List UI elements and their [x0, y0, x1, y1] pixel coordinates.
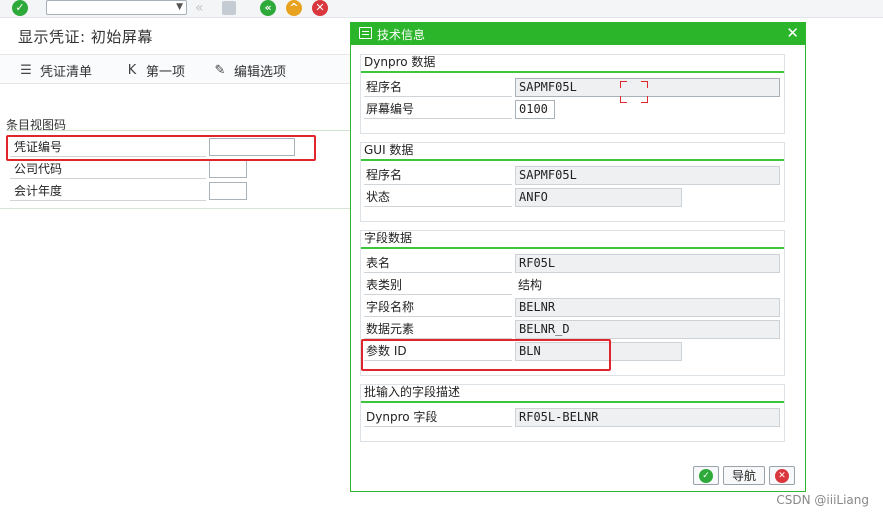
navigate-label: 导航 — [731, 469, 756, 483]
page-title: 显示凭证: 初始屏幕 — [18, 28, 153, 46]
dialog-header: 技术信息 ✕ — [351, 23, 805, 45]
form-bottom-divider — [0, 208, 350, 209]
data-element-field[interactable]: BELNR_D — [515, 320, 780, 339]
chevron-down-icon[interactable]: ▼ — [176, 2, 183, 12]
group-divider — [361, 159, 784, 161]
field-name-field[interactable]: BELNR — [515, 298, 780, 317]
gui-group-title: GUI 数据 — [364, 143, 414, 157]
company-code-input[interactable] — [209, 160, 247, 178]
fiscal-year-input[interactable] — [209, 182, 247, 200]
doc-list-button[interactable]: ☰ 凭证清单 — [18, 61, 92, 80]
group-divider — [361, 71, 784, 73]
dynpro-data-group: Dynpro 数据 程序名 SAPMF05L 屏幕编号 0100 — [360, 54, 785, 134]
fiscal-year-label: 会计年度 — [10, 181, 206, 201]
cancel-icon[interactable]: ✕ — [312, 0, 328, 16]
gui-status-row: 状态 ANFO — [364, 187, 784, 207]
data-element-row: 数据元素 BELNR_D — [364, 319, 784, 339]
first-item-button[interactable]: K 第一项 — [124, 61, 185, 80]
command-field[interactable]: ▼ — [46, 0, 187, 15]
program-name-label: 程序名 — [364, 77, 512, 97]
exit-icon[interactable]: ^ — [286, 0, 302, 16]
check-icon: ✓ — [699, 468, 713, 483]
field-name-row: 字段名称 BELNR — [364, 297, 784, 317]
table-name-field[interactable]: RF05L — [515, 254, 780, 273]
gui-program-field[interactable]: SAPMF05L — [515, 166, 780, 185]
gui-data-group: GUI 数据 程序名 SAPMF05L 状态 ANFO — [360, 142, 785, 222]
table-name-row: 表名 RF05L — [364, 253, 784, 273]
table-name-label: 表名 — [364, 253, 512, 273]
group-divider — [6, 130, 351, 131]
pencil-icon: ✎ — [214, 63, 226, 78]
green-back-icon[interactable]: « — [260, 0, 276, 16]
system-toolbar: ✓ ▼ « « ^ ✕ — [0, 0, 883, 18]
screen-number-label: 屏幕编号 — [364, 99, 512, 119]
first-item-label: 第一项 — [146, 65, 186, 80]
field-name-label: 字段名称 — [364, 297, 512, 317]
company-code-row: 公司代码 — [10, 159, 310, 179]
dynpro-field-label: Dynpro 字段 — [364, 407, 512, 427]
navigate-button[interactable]: 导航 — [723, 466, 765, 485]
back-icon[interactable]: « — [195, 0, 204, 16]
first-item-icon: K — [127, 63, 137, 78]
status-label: 状态 — [364, 187, 512, 207]
data-element-label: 数据元素 — [364, 319, 512, 339]
group-divider — [361, 247, 784, 249]
close-icon[interactable]: ✕ — [786, 24, 799, 42]
batch-input-group: 批输入的字段描述 Dynpro 字段 RF05L-BELNR — [360, 384, 785, 442]
enter-icon[interactable]: ✓ — [12, 0, 28, 16]
save-icon[interactable] — [222, 1, 236, 15]
entry-view-group: 条目视图码 凭证编号 公司代码 会计年度 — [6, 116, 356, 206]
gui-program-row: 程序名 SAPMF05L — [364, 165, 784, 185]
cancel-button[interactable]: ✕ — [769, 466, 795, 485]
dynpro-field-row: Dynpro 字段 RF05L-BELNR — [364, 407, 784, 427]
screen-number-field[interactable]: 0100 — [515, 100, 555, 119]
gui-program-label: 程序名 — [364, 165, 512, 185]
dynpro-program-row: 程序名 SAPMF05L — [364, 77, 784, 97]
table-type-value: 结构 — [518, 278, 543, 292]
field-group-title: 字段数据 — [364, 231, 413, 245]
list-icon: ☰ — [20, 63, 32, 78]
group-divider — [361, 401, 784, 403]
company-code-label: 公司代码 — [10, 159, 206, 179]
dynpro-group-title: Dynpro 数据 — [364, 55, 436, 69]
dialog-buttons: ✓ 导航 ✕ — [693, 466, 795, 485]
fiscal-year-row: 会计年度 — [10, 181, 310, 201]
doc-list-label: 凭证清单 — [40, 65, 93, 80]
focus-marker — [620, 81, 648, 103]
edit-options-label: 编辑选项 — [234, 65, 287, 80]
edit-options-button[interactable]: ✎ 编辑选项 — [212, 61, 286, 80]
dynpro-field-value[interactable]: RF05L-BELNR — [515, 408, 780, 427]
status-field[interactable]: ANFO — [515, 188, 682, 207]
dialog-title: 技术信息 — [377, 28, 426, 42]
window-icon — [359, 27, 372, 39]
confirm-button[interactable]: ✓ — [693, 466, 719, 485]
cancel-icon: ✕ — [775, 468, 789, 483]
dynpro-screen-row: 屏幕编号 0100 — [364, 99, 784, 119]
technical-info-dialog: 技术信息 ✕ Dynpro 数据 程序名 SAPMF05L 屏幕编号 0100 … — [350, 22, 806, 492]
batch-group-title: 批输入的字段描述 — [364, 385, 461, 399]
application-toolbar: ☰ 凭证清单 K 第一项 ✎ 编辑选项 — [0, 54, 360, 84]
parameter-id-highlight — [361, 339, 611, 371]
watermark: CSDN @iiiLiang — [776, 493, 869, 507]
doc-number-highlight — [6, 135, 316, 161]
table-type-label: 表类别 — [364, 275, 512, 295]
table-type-row: 表类别 结构 — [364, 275, 784, 295]
